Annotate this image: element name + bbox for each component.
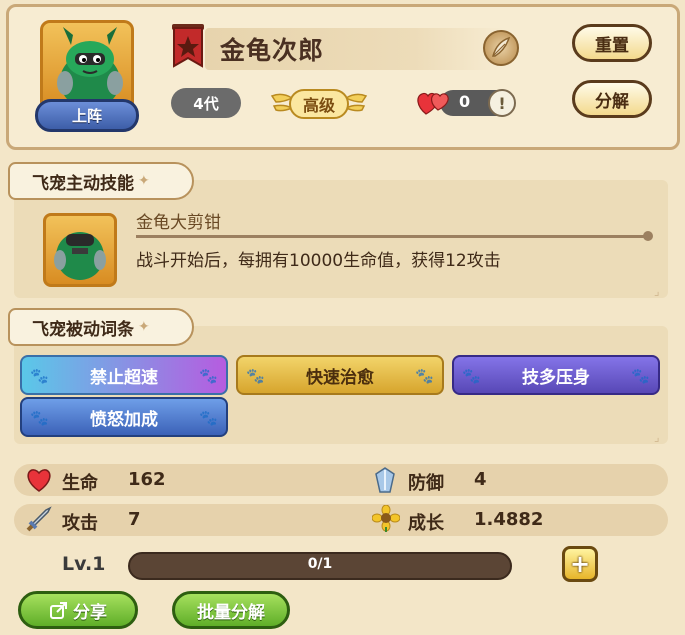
attack-label: 攻击 [62, 513, 98, 534]
share-icon [50, 602, 67, 619]
heart-icon [417, 92, 449, 115]
growth-label: 成长 [408, 513, 444, 534]
paw-icon: 🐾 [30, 409, 49, 427]
growth-value: 1.4882 [474, 509, 544, 530]
trait-quick-heal[interactable]: 🐾 快速治愈 🐾 [236, 355, 444, 395]
stat-row-hp-def [14, 464, 668, 496]
hp-heart-icon [27, 469, 51, 492]
decompose-button[interactable]: 分解 [572, 80, 652, 118]
passive-traits-header: 飞宠被动词条 ✦ [8, 308, 194, 346]
share-button[interactable]: 分享 [18, 591, 138, 629]
reset-button[interactable]: 重置 [572, 24, 652, 62]
quill-icon [492, 36, 511, 57]
shield-icon [375, 467, 395, 493]
paw-icon: 🐾 [246, 367, 265, 385]
sparkle-icon: ✦ [138, 173, 150, 189]
panel-corner-decoration: ⌟ [654, 284, 660, 298]
batch-decompose-button[interactable]: 批量分解 [172, 591, 290, 629]
panel-corner-decoration: ⌟ [654, 430, 660, 444]
deploy-button[interactable]: 上阵 [35, 99, 139, 132]
skill-divider [136, 235, 646, 238]
trait-no-speeding[interactable]: 🐾 禁止超速 🐾 [20, 355, 228, 395]
active-skill-title: 飞宠主动技能 [32, 173, 134, 194]
skill-icon[interactable] [43, 213, 117, 287]
paw-icon: 🐾 [30, 367, 49, 385]
sparkle-icon: ✦ [138, 319, 150, 335]
rename-button[interactable] [483, 30, 519, 66]
level-label: Lv.1 [62, 553, 106, 575]
share-label: 分享 [73, 602, 107, 623]
stat-row-atk-growth [14, 504, 668, 536]
sunflower-icon [372, 505, 400, 532]
hp-value: 162 [128, 469, 166, 490]
paw-icon: 🐾 [199, 367, 218, 385]
attack-value: 7 [128, 509, 141, 530]
skill-name: 金龟大剪钳 [136, 213, 221, 233]
trait-multi-skill[interactable]: 🐾 技多压身 🐾 [452, 355, 660, 395]
defense-label: 防御 [408, 473, 444, 494]
generation-badge: 4代 [171, 88, 241, 118]
level-up-plus-button[interactable]: + [562, 546, 598, 582]
active-skill-header: 飞宠主动技能 ✦ [8, 162, 194, 200]
heart-count: 0 [459, 92, 471, 111]
paw-icon: 🐾 [415, 367, 434, 385]
paw-icon: 🐾 [462, 367, 481, 385]
grade-label: 高级 [302, 96, 335, 115]
hp-label: 生命 [62, 473, 98, 494]
batch-decompose-label: 批量分解 [197, 602, 265, 623]
divider-end-dot [643, 231, 653, 241]
beetle-claw-skill-icon [54, 232, 106, 280]
trait-label: 技多压身 [522, 367, 590, 388]
skill-description: 战斗开始后，每拥有10000生命值，获得12攻击 [136, 251, 501, 271]
paw-icon: 🐾 [199, 409, 218, 427]
info-icon[interactable]: ! [488, 89, 516, 117]
trait-rage-bonus[interactable]: 🐾 愤怒加成 🐾 [20, 397, 228, 437]
paw-icon: 🐾 [631, 367, 650, 385]
passive-traits-title: 飞宠被动词条 [32, 319, 134, 340]
trait-label: 愤怒加成 [90, 409, 158, 430]
trait-label: 禁止超速 [90, 367, 158, 388]
pet-name: 金龟次郎 [220, 36, 325, 65]
rank-flag-icon [172, 24, 204, 68]
defense-value: 4 [474, 469, 487, 490]
exp-progress-text: 0/1 [307, 556, 333, 572]
trait-label: 快速治愈 [306, 367, 374, 388]
sword-icon [26, 506, 52, 532]
plus-icon: + [569, 550, 591, 578]
